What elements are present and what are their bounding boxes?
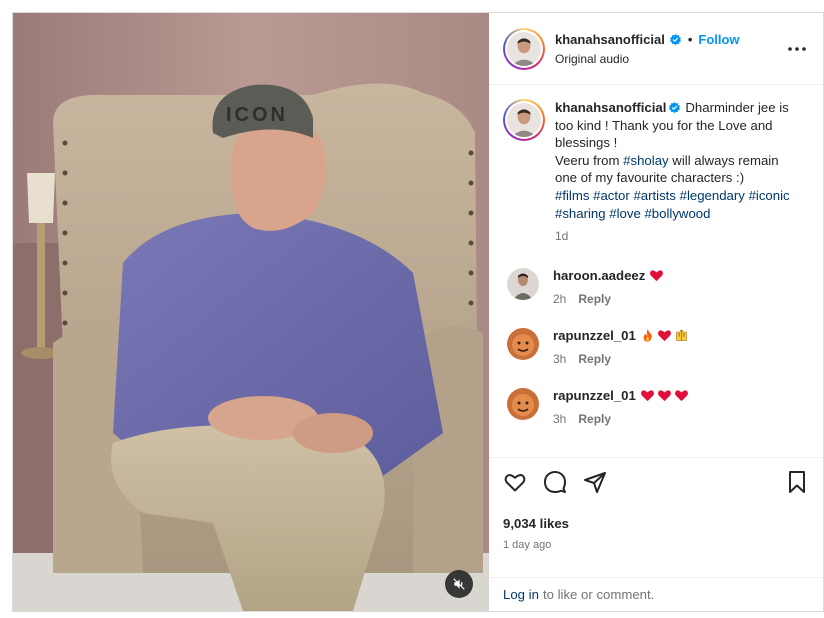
more-options-button[interactable]	[785, 37, 809, 61]
login-link[interactable]: Log in	[503, 587, 539, 602]
post-side-panel: khanahsanofficial • Follow Original audi…	[489, 13, 823, 611]
caption-text: khanahsanofficial Dharminder jee is too …	[555, 99, 799, 152]
audio-label[interactable]: Original audio	[555, 52, 785, 66]
hashtag[interactable]: #bollywood	[644, 206, 710, 221]
comment-item: rapunzzel_01 3h Reply	[503, 387, 809, 426]
caption-line2: Veeru from #sholay will always remain on…	[555, 152, 799, 187]
raising-hands-icon	[676, 329, 687, 341]
caption-line2-prefix: Veeru from	[555, 152, 624, 168]
avatar[interactable]	[507, 327, 539, 360]
comment-time[interactable]: 2h	[553, 292, 566, 306]
caption-hashtags: #films #actor #artists #legendary #iconi…	[555, 187, 799, 222]
red-heart-icon	[657, 330, 671, 341]
fire-icon	[643, 329, 652, 342]
comment-icon[interactable]	[543, 470, 567, 494]
post-date[interactable]: 1 day ago	[503, 539, 809, 551]
comment-username[interactable]: rapunzzel_01	[553, 328, 636, 343]
video-frame: ICON	[13, 13, 489, 611]
hashtag[interactable]: #love	[609, 206, 641, 221]
more-dots-icon	[788, 46, 806, 51]
follow-button[interactable]: Follow	[698, 32, 739, 47]
avatar	[507, 103, 541, 137]
likes-count[interactable]: 9,034 likes	[503, 516, 809, 531]
post-header: khanahsanofficial • Follow Original audi…	[489, 13, 823, 85]
hashtag[interactable]: #actor	[593, 188, 630, 203]
reply-button[interactable]: Reply	[578, 292, 611, 306]
post-modal: ICON khanahsanofficial • Follow Original…	[12, 12, 824, 612]
caption-time[interactable]: 1d	[555, 228, 799, 246]
hashtag[interactable]: #artists	[633, 188, 676, 203]
speaker-muted-icon	[453, 578, 465, 590]
caption-avatar-ring[interactable]	[503, 99, 545, 141]
post-actions: 9,034 likes 1 day ago	[489, 457, 823, 577]
avatar	[507, 31, 541, 66]
mute-toggle-button[interactable]	[445, 570, 473, 598]
red-heart-icon	[640, 390, 654, 401]
hashtag[interactable]: #legendary	[680, 188, 745, 203]
login-prompt: Log in to like or comment.	[489, 577, 823, 611]
hashtag[interactable]: #iconic	[749, 188, 790, 203]
hashtag[interactable]: #films	[555, 188, 589, 203]
caption-username[interactable]: khanahsanofficial	[555, 100, 666, 115]
author-username[interactable]: khanahsanofficial	[555, 32, 665, 47]
video-player[interactable]: ICON	[13, 13, 489, 611]
reply-button[interactable]: Reply	[578, 412, 611, 426]
comments-list[interactable]: khanahsanofficial Dharminder jee is too …	[489, 85, 823, 457]
author-avatar-ring[interactable]	[503, 27, 545, 70]
red-heart-icon	[674, 390, 688, 401]
reply-button[interactable]: Reply	[578, 352, 611, 366]
comment-username[interactable]: rapunzzel_01	[553, 388, 636, 403]
hashtag[interactable]: #sharing	[555, 206, 606, 221]
separator-dot: •	[687, 31, 693, 47]
login-prompt-text: to like or comment.	[542, 587, 655, 602]
comment-username[interactable]: haroon.aadeez	[553, 268, 645, 283]
red-heart-icon	[657, 390, 671, 401]
share-icon[interactable]	[583, 470, 607, 494]
red-heart-icon	[650, 270, 664, 281]
verified-badge-icon	[669, 33, 681, 45]
caption: khanahsanofficial Dharminder jee is too …	[503, 99, 809, 246]
comment-item: haroon.aadeez 2h Reply	[503, 267, 809, 306]
comment-time[interactable]: 3h	[553, 352, 566, 366]
avatar[interactable]	[507, 387, 539, 420]
save-icon[interactable]	[785, 470, 809, 494]
cap-text: ICON	[226, 104, 288, 126]
hashtag-sholay[interactable]: #sholay	[623, 153, 668, 168]
verified-badge-icon	[669, 102, 681, 114]
comment-item: rapunzzel_01 3h Reply	[503, 327, 809, 366]
heart-icon[interactable]	[503, 470, 527, 494]
avatar[interactable]	[507, 267, 539, 300]
comment-time[interactable]: 3h	[553, 412, 566, 426]
